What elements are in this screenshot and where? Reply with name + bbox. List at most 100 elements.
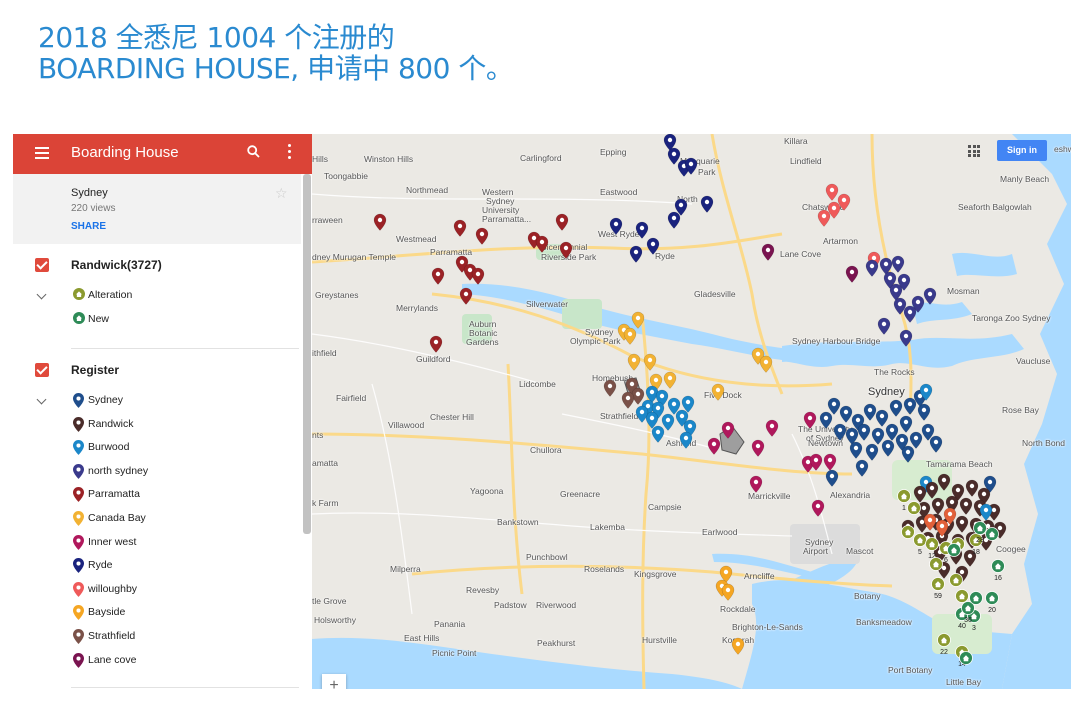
map-marker[interactable] bbox=[643, 353, 657, 371]
map-marker[interactable] bbox=[603, 379, 617, 397]
map-marker[interactable] bbox=[819, 411, 833, 429]
map-marker[interactable] bbox=[700, 195, 714, 213]
map-marker[interactable] bbox=[555, 213, 569, 231]
map-marker[interactable] bbox=[925, 481, 939, 499]
map-marker[interactable] bbox=[855, 459, 869, 477]
map-marker[interactable] bbox=[825, 469, 839, 487]
map-marker[interactable] bbox=[459, 287, 473, 305]
map-marker[interactable] bbox=[889, 399, 903, 417]
map-marker[interactable] bbox=[979, 503, 993, 521]
map-marker[interactable] bbox=[863, 403, 877, 421]
map-marker[interactable] bbox=[373, 213, 387, 231]
menu-icon[interactable] bbox=[35, 147, 49, 159]
map-marker[interactable] bbox=[827, 397, 841, 415]
zoom-in-button[interactable]: + bbox=[322, 674, 346, 689]
map-marker[interactable] bbox=[857, 423, 871, 441]
map-marker[interactable] bbox=[667, 211, 681, 229]
map-marker[interactable] bbox=[453, 219, 467, 237]
map-marker[interactable] bbox=[621, 391, 635, 409]
map-marker[interactable] bbox=[559, 241, 573, 259]
map-marker[interactable] bbox=[535, 235, 549, 253]
map-marker[interactable] bbox=[429, 335, 443, 353]
map-marker[interactable] bbox=[811, 499, 825, 517]
map-marker[interactable] bbox=[881, 439, 895, 457]
house-marker[interactable] bbox=[969, 591, 983, 605]
map-marker[interactable] bbox=[765, 419, 779, 437]
map-marker[interactable] bbox=[711, 383, 725, 401]
map-marker[interactable] bbox=[663, 371, 677, 389]
map-marker[interactable] bbox=[965, 479, 979, 497]
house-marker[interactable] bbox=[955, 589, 969, 603]
map-marker[interactable] bbox=[931, 497, 945, 515]
map-marker[interactable] bbox=[899, 415, 913, 433]
layer-2-checkbox[interactable] bbox=[35, 363, 49, 377]
map-marker[interactable] bbox=[825, 183, 839, 201]
house-marker[interactable] bbox=[901, 525, 915, 539]
map-marker[interactable] bbox=[761, 243, 775, 261]
map-marker[interactable] bbox=[899, 329, 913, 347]
search-icon[interactable] bbox=[247, 145, 260, 158]
map-marker[interactable] bbox=[903, 305, 917, 323]
layer-1-checkbox[interactable] bbox=[35, 258, 49, 272]
map-marker[interactable] bbox=[817, 209, 831, 227]
house-marker[interactable] bbox=[959, 651, 973, 665]
layer-2-name[interactable]: Register bbox=[71, 363, 119, 377]
share-button[interactable]: SHARE bbox=[71, 221, 106, 232]
map-marker[interactable] bbox=[833, 423, 847, 441]
map-marker[interactable] bbox=[623, 327, 637, 345]
layer-2-collapse-icon[interactable] bbox=[36, 394, 47, 405]
map-marker[interactable] bbox=[707, 437, 721, 455]
house-marker[interactable] bbox=[985, 527, 999, 541]
map-marker[interactable] bbox=[955, 515, 969, 533]
house-marker[interactable]: 22 bbox=[937, 633, 951, 657]
map-marker[interactable] bbox=[937, 473, 951, 491]
house-marker[interactable] bbox=[929, 557, 943, 571]
map-marker[interactable] bbox=[635, 221, 649, 239]
map-marker[interactable] bbox=[823, 453, 837, 471]
map-marker[interactable] bbox=[901, 445, 915, 463]
map-marker[interactable] bbox=[877, 317, 891, 335]
map-marker[interactable] bbox=[929, 435, 943, 453]
map-marker[interactable] bbox=[865, 259, 879, 277]
map-marker[interactable] bbox=[891, 255, 905, 273]
house-marker[interactable]: 16 bbox=[991, 559, 1005, 583]
map-marker[interactable] bbox=[839, 405, 853, 423]
house-marker[interactable] bbox=[907, 501, 921, 515]
apps-icon[interactable] bbox=[968, 145, 980, 157]
map-marker[interactable] bbox=[667, 147, 681, 165]
panel-scrollbar[interactable] bbox=[303, 174, 311, 534]
map-marker[interactable] bbox=[871, 427, 885, 445]
map-marker[interactable] bbox=[661, 413, 675, 431]
map-marker[interactable] bbox=[923, 287, 937, 305]
map-marker[interactable] bbox=[721, 583, 735, 601]
map-marker[interactable] bbox=[471, 267, 485, 285]
map-marker[interactable] bbox=[913, 485, 927, 503]
marker-layer[interactable]: 1512618592214162040 33628 bbox=[312, 134, 1071, 689]
map-marker[interactable] bbox=[679, 431, 693, 449]
house-marker[interactable]: 20 bbox=[985, 591, 999, 615]
layer-1-name[interactable]: Randwick(3727) bbox=[71, 258, 162, 272]
map-marker[interactable] bbox=[875, 409, 889, 427]
map-marker[interactable] bbox=[646, 237, 660, 255]
map-marker[interactable] bbox=[903, 397, 917, 415]
house-marker[interactable]: 5 bbox=[913, 533, 927, 557]
layer-1-collapse-icon[interactable] bbox=[36, 289, 47, 300]
map-marker[interactable] bbox=[751, 439, 765, 457]
map-canvas[interactable]: Killara Hills Winston Hills Carlingford Eppi… bbox=[312, 134, 1071, 689]
map-marker[interactable] bbox=[749, 475, 763, 493]
map-marker[interactable] bbox=[721, 421, 735, 439]
map-marker[interactable] bbox=[959, 497, 973, 515]
map-marker[interactable] bbox=[849, 441, 863, 459]
map-marker[interactable] bbox=[865, 443, 879, 461]
more-options-icon[interactable] bbox=[283, 144, 295, 162]
map-title[interactable]: Boarding House bbox=[71, 144, 179, 161]
map-marker[interactable] bbox=[845, 265, 859, 283]
house-marker[interactable]: 59 bbox=[931, 577, 945, 601]
map-marker[interactable] bbox=[627, 353, 641, 371]
house-marker[interactable] bbox=[947, 543, 961, 557]
map-marker[interactable] bbox=[609, 217, 623, 235]
map-marker[interactable] bbox=[631, 311, 645, 329]
map-marker[interactable] bbox=[759, 355, 773, 373]
house-marker[interactable] bbox=[949, 573, 963, 587]
map-marker[interactable] bbox=[909, 431, 923, 449]
